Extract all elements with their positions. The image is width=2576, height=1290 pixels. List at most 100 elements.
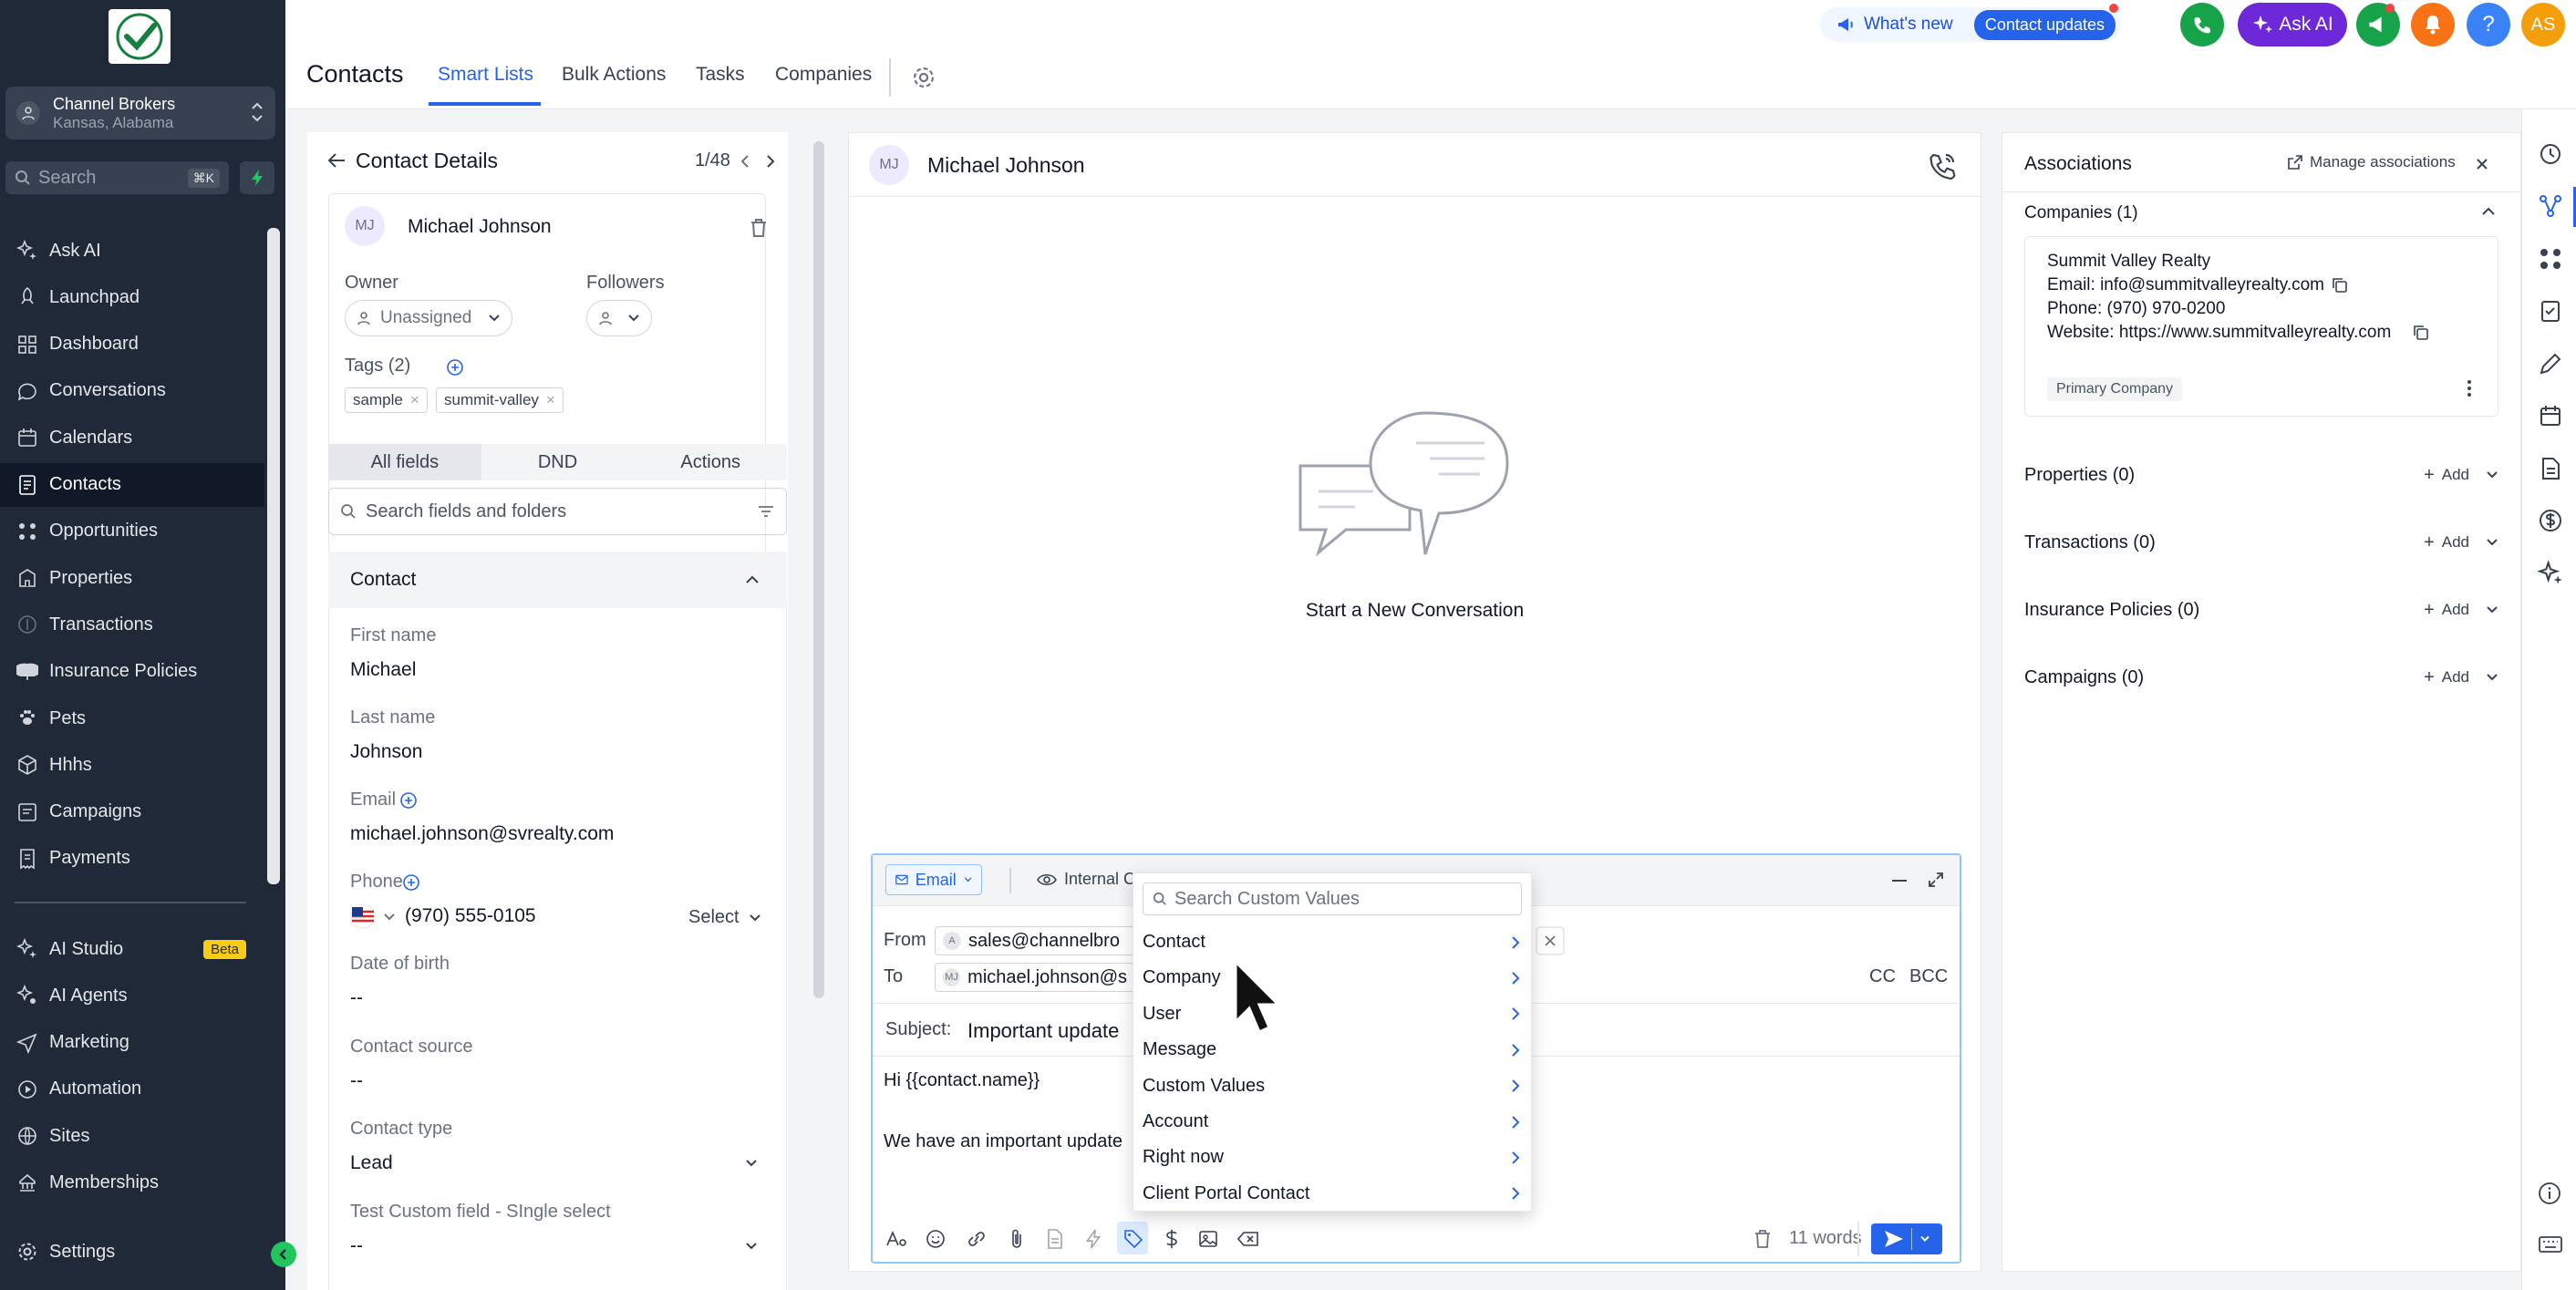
association-section-properties[interactable]: Properties (0) + Add	[2024, 457, 2498, 493]
chevron-down-icon[interactable]	[383, 913, 396, 922]
attachment-icon[interactable]	[1008, 1229, 1026, 1249]
sidebar-item-ask-ai[interactable]: Ask AI	[0, 229, 264, 273]
chevron-down-icon[interactable]	[1919, 1235, 1930, 1243]
sidebar-scrollbar[interactable]	[267, 228, 280, 884]
contact-type-value[interactable]: Lead	[350, 1152, 393, 1174]
send-button[interactable]	[1871, 1223, 1942, 1254]
sidebar-item-campaigns[interactable]: Campaigns	[0, 790, 264, 834]
history-icon[interactable]	[2538, 141, 2563, 167]
chevron-up-icon[interactable]	[2481, 207, 2496, 216]
sparkles-icon[interactable]	[2538, 561, 2563, 586]
sidebar-item-settings[interactable]: Settings	[0, 1230, 264, 1274]
email-value[interactable]: michael.johnson@svrealty.com	[350, 823, 614, 845]
sidebar-item-pets[interactable]: Pets	[0, 697, 264, 740]
owner-dropdown[interactable]: Unassigned	[345, 300, 512, 336]
tab-actions[interactable]: Actions	[634, 444, 787, 480]
chevron-right-icon[interactable]	[765, 154, 776, 169]
sidebar-item-payments[interactable]: Payments	[0, 837, 264, 881]
tag-icon[interactable]	[1123, 1229, 1143, 1249]
close-icon[interactable]	[2476, 158, 2488, 170]
sidebar-item-conversations[interactable]: Conversations	[0, 369, 264, 413]
custom-values-item-message[interactable]: Message	[1133, 1032, 1531, 1068]
app-logo[interactable]	[109, 9, 171, 64]
trash-icon[interactable]	[750, 218, 768, 238]
association-section-transactions[interactable]: Transactions (0) + Add	[2024, 524, 2498, 561]
copy-icon[interactable]	[2332, 277, 2348, 294]
associations-icon[interactable]	[2538, 193, 2563, 219]
tab-tasks[interactable]: Tasks	[696, 64, 745, 86]
whats-new-pill[interactable]: What's new Contact updates	[1820, 7, 2121, 42]
to-recipient-chip[interactable]: MJ michael.johnson@s	[935, 963, 1135, 992]
association-section-insurance-policies[interactable]: Insurance Policies (0) + Add	[2024, 592, 2498, 628]
pencil-icon[interactable]	[2538, 351, 2563, 377]
companies-header[interactable]: Companies (1)	[2024, 203, 2138, 223]
text-format-icon[interactable]	[885, 1229, 907, 1249]
location-switcher[interactable]: Channel Brokers Kansas, Alabama	[5, 87, 275, 139]
body-line-1[interactable]: Hi {{contact.name}}	[884, 1070, 1040, 1091]
field-search-input[interactable]: Search fields and folders	[328, 488, 787, 535]
add-association-button[interactable]: + Add	[2424, 600, 2498, 621]
contact-panel-scrollbar[interactable]	[813, 141, 824, 998]
sidebar-item-dashboard[interactable]: Dashboard	[0, 323, 264, 366]
tab-all-fields[interactable]: All fields	[328, 444, 481, 480]
call-icon[interactable]	[1928, 151, 1957, 181]
sidebar-item-contacts[interactable]: Contacts	[0, 462, 264, 507]
tab-companies[interactable]: Companies	[775, 64, 872, 86]
association-section-campaigns[interactable]: Campaigns (0) + Add	[2024, 659, 2498, 696]
link-icon[interactable]	[966, 1229, 988, 1249]
sidebar-item-sites[interactable]: Sites	[0, 1114, 264, 1158]
dollar-icon[interactable]	[1164, 1229, 1179, 1249]
help-button[interactable]: ?	[2467, 3, 2510, 46]
add-association-button[interactable]: + Add	[2424, 667, 2498, 688]
custom-values-search[interactable]: Search Custom Values	[1143, 882, 1522, 915]
custom-values-item-right-now[interactable]: Right now	[1133, 1140, 1531, 1175]
remove-tag-icon[interactable]: ×	[546, 391, 555, 409]
sidebar-item-launchpad[interactable]: Launchpad	[0, 275, 264, 319]
sidebar-item-hhhs[interactable]: Hhhs	[0, 743, 264, 787]
custom-field-value[interactable]: --	[350, 1235, 363, 1257]
chevron-left-icon[interactable]	[740, 154, 750, 169]
clear-from-icon[interactable]	[1536, 926, 1565, 955]
minimize-icon[interactable]	[1891, 879, 1908, 882]
bcc-button[interactable]: BCC	[1909, 966, 1948, 987]
manage-associations-link[interactable]: Manage associations	[2288, 153, 2456, 171]
tab-smart-lists[interactable]: Smart Lists	[438, 64, 533, 86]
user-avatar[interactable]: AS	[2521, 3, 2565, 46]
settings-gear-icon[interactable]	[911, 65, 936, 90]
add-phone-icon[interactable]	[402, 873, 420, 892]
document-icon[interactable]	[1046, 1229, 1064, 1249]
collapse-sidebar-button[interactable]	[271, 1242, 296, 1267]
custom-values-item-company[interactable]: Company	[1133, 960, 1531, 996]
sidebar-item-opportunities[interactable]: Opportunities	[0, 510, 264, 553]
opportunities-icon[interactable]	[2538, 246, 2563, 272]
ask-ai-button[interactable]: Ask AI	[2238, 3, 2347, 46]
custom-values-item-contact[interactable]: Contact	[1133, 924, 1531, 960]
dob-value[interactable]: --	[350, 987, 363, 1009]
last-name-value[interactable]: Johnson	[350, 741, 422, 763]
sidebar-item-memberships[interactable]: Memberships	[0, 1161, 264, 1205]
notifications-button[interactable]	[2411, 3, 2455, 46]
followers-dropdown[interactable]	[586, 300, 652, 336]
sidebar-item-ai-agents[interactable]: AI Agents	[0, 974, 264, 1017]
emoji-icon[interactable]	[926, 1229, 946, 1249]
chevron-down-icon[interactable]	[745, 1159, 758, 1168]
custom-values-item-user[interactable]: User	[1133, 996, 1531, 1032]
phone-value[interactable]: (970) 555-0105	[405, 905, 536, 927]
payments-icon[interactable]	[2538, 508, 2563, 533]
quick-actions-button[interactable]	[240, 161, 274, 194]
contact-section-header[interactable]: Contact	[328, 552, 787, 608]
tab-bulk-actions[interactable]: Bulk Actions	[562, 64, 666, 86]
sidebar-item-properties[interactable]: Properties	[0, 556, 264, 600]
filter-icon[interactable]	[757, 504, 775, 519]
image-icon[interactable]	[1198, 1229, 1218, 1249]
add-association-button[interactable]: + Add	[2424, 465, 2498, 486]
cc-button[interactable]: CC	[1869, 966, 1896, 987]
body-line-2[interactable]: We have an important update	[884, 1131, 1122, 1152]
remove-tag-icon[interactable]: ×	[410, 391, 419, 409]
add-association-button[interactable]: + Add	[2424, 532, 2498, 553]
phone-button[interactable]	[2180, 3, 2224, 46]
trash-icon[interactable]	[1754, 1229, 1772, 1249]
bolt-icon[interactable]	[1085, 1229, 1102, 1249]
sidebar-item-ai-studio[interactable]: AI Studio Beta	[0, 927, 264, 971]
sidebar-item-marketing[interactable]: Marketing	[0, 1021, 264, 1065]
